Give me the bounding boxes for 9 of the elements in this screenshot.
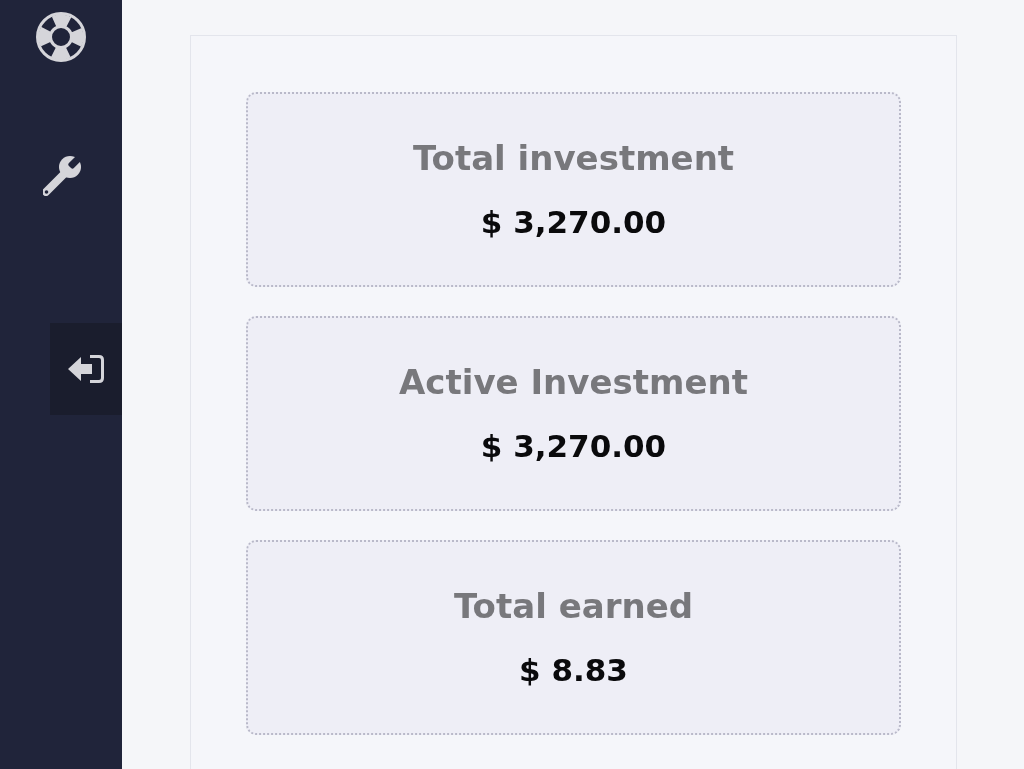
stat-value: $ 3,270.00 [480,202,667,242]
stat-value: $ 3,270.00 [480,426,667,466]
sidebar-button[interactable] [50,323,122,415]
lifebuoy-icon[interactable] [36,12,86,62]
logout-icon [67,354,105,384]
stat-label: Total earned [453,585,694,626]
stat-label: Active Investment [399,361,748,402]
stat-label: Total investment [412,137,735,178]
stat-value: $ 8.83 [519,650,628,690]
